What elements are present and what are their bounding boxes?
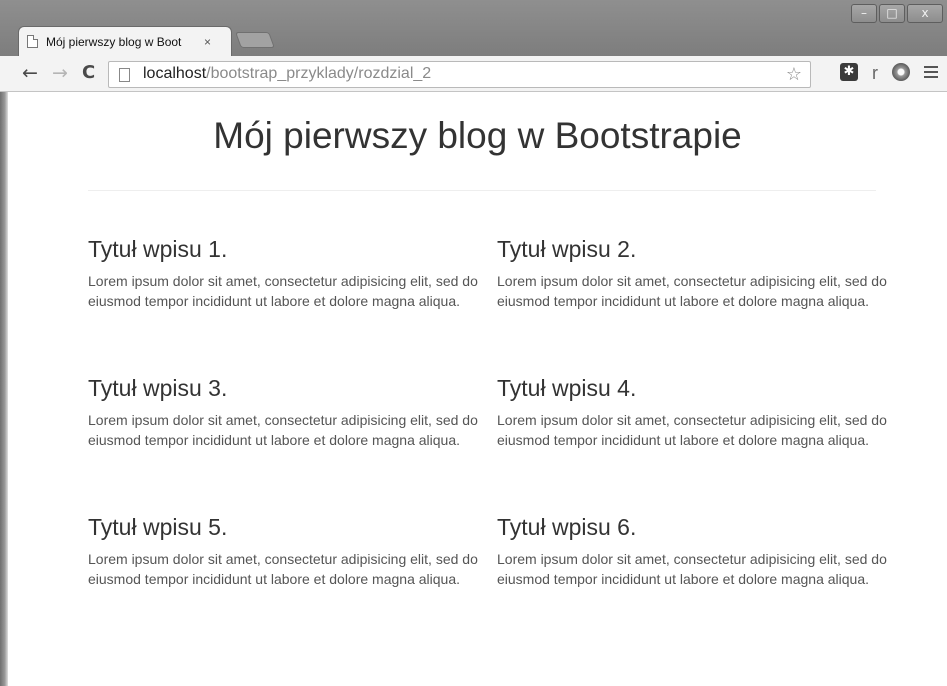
post-6: Tytuł wpisu 6. Lorem ipsum dolor sit ame… — [497, 513, 887, 589]
post-title: Tytuł wpisu 5. — [88, 514, 228, 540]
post-title: Tytuł wpisu 2. — [497, 236, 637, 262]
post-2: Tytuł wpisu 2. Lorem ipsum dolor sit ame… — [497, 235, 887, 311]
post-title: Tytuł wpisu 3. — [88, 375, 228, 401]
puzzle-extension-icon[interactable]: ✱ — [840, 63, 858, 81]
post-1: Tytuł wpisu 1. Lorem ipsum dolor sit ame… — [88, 235, 478, 311]
post-title: Tytuł wpisu 6. — [497, 514, 637, 540]
forward-arrow-icon[interactable]: → — [52, 62, 68, 84]
post-body: Lorem ipsum dolor sit amet, consectetur … — [497, 551, 887, 587]
minimize-button[interactable]: – — [851, 4, 877, 23]
post-body: Lorem ipsum dolor sit amet, consectetur … — [88, 273, 478, 309]
window-controls: – □ x — [851, 4, 943, 23]
bookmark-star-icon[interactable]: ☆ — [786, 64, 802, 85]
blog-heading: Mój pierwszy blog w Bootstrapie — [213, 115, 742, 156]
url-path: /bootstrap_przyklady/rozdzial_2 — [206, 65, 432, 82]
url-text[interactable]: localhost/bootstrap_przyklady/rozdzial_2 — [143, 65, 431, 83]
new-tab-button[interactable] — [235, 32, 275, 48]
browser-toolbar: ← → C localhost/bootstrap_przyklady/rozd… — [0, 56, 947, 92]
post-3: Tytuł wpisu 3. Lorem ipsum dolor sit ame… — [88, 374, 478, 450]
post-body: Lorem ipsum dolor sit amet, consectetur … — [497, 412, 887, 448]
window-left-border — [0, 92, 8, 686]
post-body: Lorem ipsum dolor sit amet, consectetur … — [88, 412, 478, 448]
browser-tab-active[interactable]: Mój pierwszy blog w Boot × — [18, 26, 232, 56]
post-5: Tytuł wpisu 5. Lorem ipsum dolor sit ame… — [88, 513, 478, 589]
reload-icon[interactable]: C — [82, 62, 95, 84]
r-extension-icon[interactable]: r — [872, 63, 878, 83]
page-favicon-icon — [27, 35, 38, 48]
post-title: Tytuł wpisu 1. — [88, 236, 228, 262]
page-viewport: Mój pierwszy blog w Bootstrapie Tytuł wp… — [8, 93, 947, 686]
window-titlebar: – □ x Mój pierwszy blog w Boot × — [0, 0, 947, 56]
page-icon — [119, 68, 130, 82]
menu-icon[interactable] — [924, 66, 938, 81]
film-reel-extension-icon[interactable] — [892, 63, 910, 81]
url-host: localhost — [143, 65, 207, 82]
post-4: Tytuł wpisu 4. Lorem ipsum dolor sit ame… — [497, 374, 887, 450]
maximize-button[interactable]: □ — [879, 4, 905, 23]
tab-title: Mój pierwszy blog w Boot — [46, 34, 182, 49]
close-window-button[interactable]: x — [907, 4, 943, 23]
tab-close-icon[interactable]: × — [204, 35, 211, 49]
post-title: Tytuł wpisu 4. — [497, 375, 637, 401]
address-bar[interactable]: localhost/bootstrap_przyklady/rozdzial_2… — [108, 61, 811, 88]
post-body: Lorem ipsum dolor sit amet, consectetur … — [88, 551, 478, 587]
post-body: Lorem ipsum dolor sit amet, consectetur … — [497, 273, 887, 309]
heading-divider — [88, 190, 876, 191]
back-arrow-icon[interactable]: ← — [22, 62, 38, 84]
